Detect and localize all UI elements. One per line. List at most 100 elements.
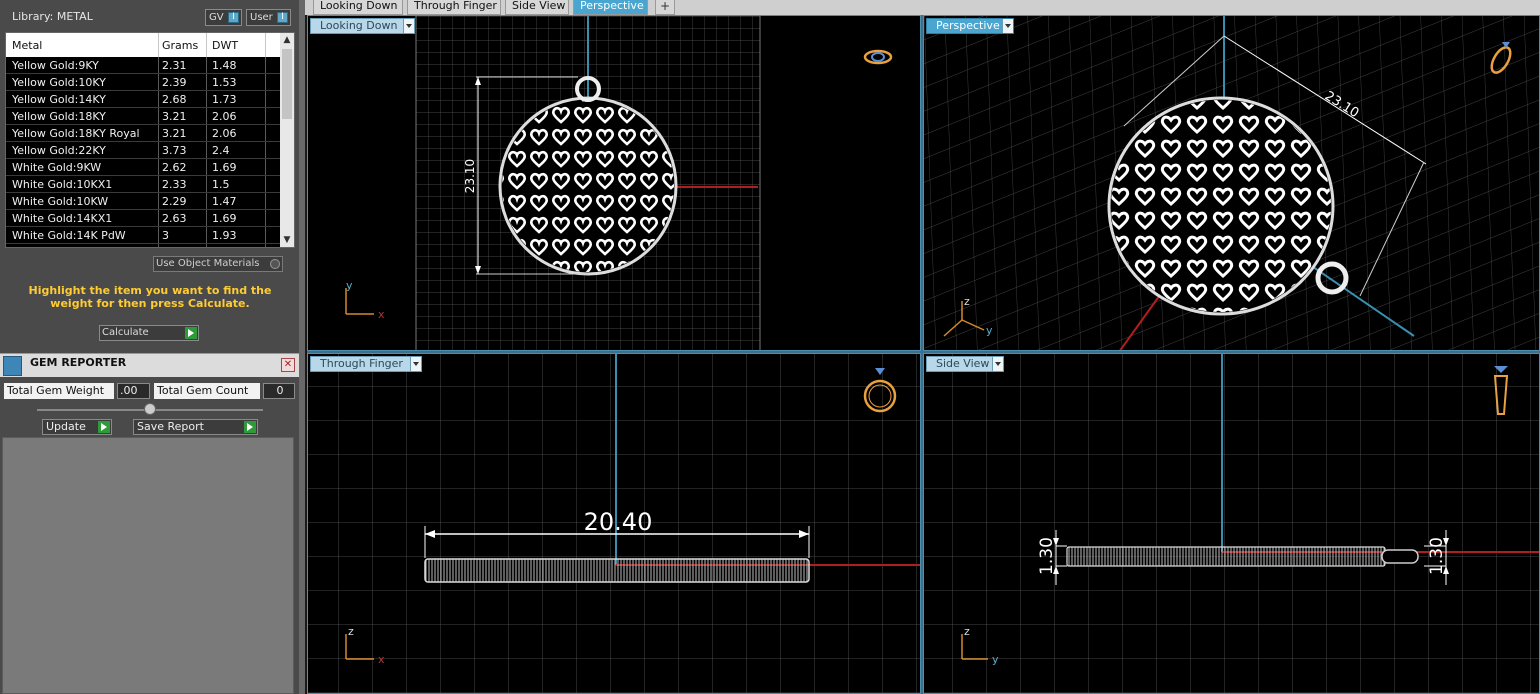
cell-grams: 3.73	[162, 144, 187, 157]
cell-dwt: 2.06	[212, 127, 237, 140]
gem-slider-handle[interactable]	[144, 403, 156, 415]
metal-table-body: Yellow Gold:9KY 2.31 1.48 Yellow Gold:10KY 2…	[6, 57, 281, 244]
total-gem-weight-field[interactable]: .00	[117, 383, 150, 399]
table-row[interactable]: Yellow Gold:18KY 3.21 2.06	[6, 108, 281, 125]
user-checkbox-icon: I	[277, 12, 288, 23]
cell-grams: 2.68	[162, 93, 187, 106]
calculate-hint: Highlight the item you want to find the …	[28, 284, 272, 310]
gem-reporter-header: GEM REPORTER ✕	[0, 353, 299, 377]
save-report-label: Save Report	[137, 420, 204, 433]
chevron-down-icon[interactable]	[1002, 19, 1013, 33]
app-root: Library: METAL GV I User I Metal Grams D…	[0, 0, 1540, 694]
tab-side-view[interactable]: Side View	[505, 0, 569, 15]
calculate-button[interactable]: Calculate	[99, 325, 199, 341]
update-button[interactable]: Update	[42, 419, 112, 435]
table-row[interactable]: White Gold:9KW 2.62 1.69	[6, 159, 281, 176]
save-report-button[interactable]: Save Report	[133, 419, 258, 435]
cell-dwt: 1.48	[212, 59, 237, 72]
cell-grams: 3	[162, 229, 169, 242]
metal-table: Metal Grams DWT Yellow Gold:9KY 2.31 1.48 Y…	[5, 32, 295, 248]
chevron-down-icon[interactable]	[992, 357, 1003, 371]
gv-checkbox-icon: I	[228, 12, 239, 23]
add-tab-icon[interactable]: +	[655, 0, 675, 15]
cell-metal: Yellow Gold:14KY	[12, 93, 106, 106]
table-row[interactable]: White Gold:10KW 2.29 1.47	[6, 193, 281, 210]
axis-label-x: x	[378, 653, 385, 666]
viewport-tab-bar: Looking Down Through Finger Side View Pe…	[305, 0, 1540, 15]
close-icon[interactable]: ✕	[281, 358, 295, 372]
cell-metal: White Gold:14K PdW	[12, 229, 126, 242]
pendant-profile	[424, 558, 810, 583]
cell-metal: White Gold:10KX1	[12, 178, 113, 191]
axis-label-z: z	[964, 625, 970, 638]
viewport-looking-down[interactable]: 23.10 y x Looking Down	[307, 15, 921, 351]
table-row[interactable]: White Gold:10KX1 2.33 1.5	[6, 176, 281, 193]
looking-down-dimension: 23.10	[463, 159, 477, 193]
gem-report-list[interactable]	[2, 437, 294, 694]
table-row[interactable]: Yellow Gold:9KY 2.31 1.48	[6, 57, 281, 74]
cell-grams: 2.63	[162, 212, 187, 225]
cell-dwt: 1.5	[212, 178, 230, 191]
column-header-dwt[interactable]: DWT	[212, 39, 238, 52]
table-scrollbar[interactable]: ▲ ▼	[280, 33, 294, 247]
viewport-label-text: Perspective	[936, 19, 1000, 32]
table-row[interactable]: White Gold:14KX1 2.63 1.69	[6, 210, 281, 227]
use-object-materials-checkbox[interactable]: Use Object Materials	[153, 256, 283, 272]
table-row[interactable]: White Gold:14K PdW 3 1.93	[6, 227, 281, 244]
chevron-down-icon[interactable]	[410, 357, 421, 371]
viewport-horizontal-divider[interactable]	[307, 351, 1540, 353]
perspective-canvas: 23.10 z y	[924, 16, 1539, 350]
cell-dwt: 1.93	[212, 229, 237, 242]
viewport-label-through-finger[interactable]: Through Finger	[310, 356, 422, 372]
gem-reporter-icon	[3, 356, 22, 376]
scroll-down-icon[interactable]: ▼	[280, 233, 294, 247]
cell-dwt: 2.06	[212, 110, 237, 123]
viewport-label-perspective[interactable]: Perspective	[926, 18, 1014, 34]
total-gem-weight-label: Total Gem Weight	[4, 383, 114, 399]
gv-toggle[interactable]: GV I	[205, 9, 242, 26]
axis-label-z: z	[348, 625, 354, 638]
table-row[interactable]: Yellow Gold:18KY Royal 3.21 2.06	[6, 125, 281, 142]
viewport-perspective[interactable]: 23.10 z y Perspective	[923, 15, 1540, 351]
tab-looking-down[interactable]: Looking Down	[313, 0, 403, 15]
table-row[interactable]: Yellow Gold:22KY 3.73 2.4	[6, 142, 281, 159]
axis-label-x: x	[378, 308, 385, 321]
use-object-materials-label: Use Object Materials	[156, 258, 260, 269]
user-toggle[interactable]: User I	[246, 9, 291, 26]
axis-label-y: y	[992, 653, 999, 666]
column-header-grams[interactable]: Grams	[162, 39, 198, 52]
user-label: User	[250, 12, 273, 23]
viewport-label-side-view[interactable]: Side View	[926, 356, 1004, 372]
axis-label-y: y	[986, 324, 993, 337]
tab-perspective[interactable]: Perspective	[573, 0, 648, 15]
viewport-label-looking-down[interactable]: Looking Down	[310, 18, 415, 34]
side-view-canvas: 1.30 1.30 z y	[924, 354, 1539, 693]
calculate-label: Calculate	[102, 327, 149, 338]
scroll-up-icon[interactable]: ▲	[280, 33, 294, 47]
chevron-down-icon[interactable]	[403, 19, 414, 33]
left-panel: Library: METAL GV I User I Metal Grams D…	[0, 0, 303, 694]
viewport-side-view[interactable]: 1.30 1.30 z y Side View	[923, 353, 1540, 694]
cell-metal: Yellow Gold:10KY	[12, 76, 106, 89]
column-header-metal[interactable]: Metal	[12, 39, 42, 52]
tab-through-finger[interactable]: Through Finger	[407, 0, 501, 15]
cell-grams: 2.29	[162, 195, 187, 208]
through-finger-canvas: 20.40 z x	[308, 354, 920, 693]
cell-metal: Yellow Gold:22KY	[12, 144, 106, 157]
cell-grams: 2.62	[162, 161, 187, 174]
table-row[interactable]: Yellow Gold:14KY 2.68 1.73	[6, 91, 281, 108]
viewport-vertical-divider[interactable]	[921, 15, 923, 694]
viewport-through-finger[interactable]: 20.40 z x Through Finger	[307, 353, 921, 694]
table-row[interactable]: Yellow Gold:10KY 2.39 1.53	[6, 74, 281, 91]
total-gem-count-field[interactable]: 0	[263, 383, 295, 399]
cell-dwt: 1.53	[212, 76, 237, 89]
cell-metal: Yellow Gold:9KY	[12, 59, 99, 72]
scroll-thumb[interactable]	[282, 49, 292, 119]
panel-divider[interactable]	[299, 0, 305, 694]
radio-icon	[270, 259, 280, 269]
play-icon	[244, 421, 256, 433]
cell-grams: 3.21	[162, 110, 187, 123]
cell-metal: White Gold:14KX1	[12, 212, 113, 225]
side-view-dimension-left: 1.30	[1037, 537, 1057, 575]
library-title: Library: METAL	[12, 10, 93, 23]
